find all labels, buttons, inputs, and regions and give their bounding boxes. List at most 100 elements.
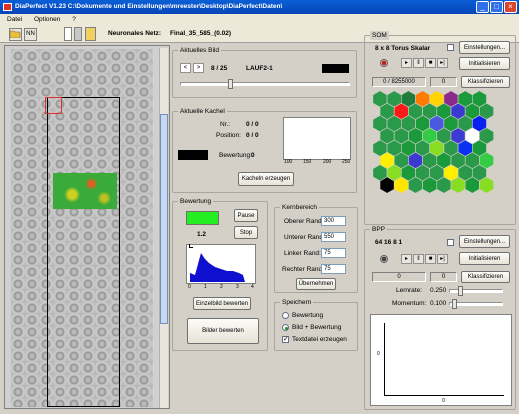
menu-optionen[interactable]: Optionen [34,16,60,23]
bewertung-histogram [186,244,256,284]
image-viewer[interactable] [4,45,170,409]
linker-rand-label: Linker Rand: [284,250,321,257]
momentum-slider-thumb[interactable] [452,299,457,309]
kachel-hist-tick-250: 250 [342,159,351,165]
bpp-initialisieren-button[interactable]: Initialisieren [459,252,510,265]
bpp-play-icon[interactable]: ▸ [401,254,412,264]
bpp-counter2: 0 [430,272,457,282]
plot-x-axis [384,395,504,396]
aktuelles-bild-group: Aktuelles Bild [172,46,357,98]
som-hex-map [372,90,494,194]
scrollbar-thumb[interactable] [160,114,168,324]
bew-tick-0: 0 [188,284,191,290]
page-icon[interactable] [64,27,72,41]
som-config: 8 x 8 Torus Skalar [375,45,431,52]
bilder-bewerten-button[interactable]: Bilder bewerten [187,318,259,344]
kachel-bewertung-label: Bewertung: [219,152,252,159]
kachel-position-label: Position: [216,132,241,139]
title-bar: DiaPerfect V1.23 C:\Dokumente und Einste… [0,0,519,14]
kachel-nr-value: 0 / 0 [246,121,259,128]
bew-tick-4: 4 [251,284,254,290]
som-play-icon[interactable]: ▸ [401,58,412,68]
kachel-swatch [178,150,208,160]
som-stop-icon[interactable]: ■ [425,58,436,68]
plot-x-zero: 0 [442,398,445,404]
radio-bild-bewertung-label: Bild + Bewertung [292,324,342,331]
rechter-rand-label: Rechter Rand: [282,266,324,273]
som-step-icon[interactable]: ▸| [437,58,448,68]
kachel-hist-tick-150: 150 [303,159,312,165]
uebernehmen-button[interactable]: Übernehmen [296,278,336,290]
linker-rand-input[interactable]: 75 [321,248,346,258]
radio-bewertung[interactable] [282,312,289,319]
som-counter: 0 / 8255000 [372,77,426,87]
aktuelles-bild-title: Aktuelles Bild [178,46,222,55]
speichern-title: Speichern [280,298,314,307]
image-counter: 8 / 25 [211,65,228,72]
momentum-slider-track[interactable] [449,302,503,306]
bpp-step-icon[interactable]: ▸| [437,254,448,264]
rechter-rand-input[interactable]: 75 [321,264,346,274]
stop-button[interactable]: Stop [234,226,258,239]
kachel-bewertung-value: 0 [251,152,255,159]
tile-marker [45,97,62,114]
net-label: Neuronales Netz: [108,30,162,37]
bpp-stop-icon[interactable]: ■ [425,254,436,264]
close-button[interactable]: × [504,1,517,13]
kernbereich-frame [47,97,120,407]
lernrate-slider-thumb[interactable] [458,286,463,296]
open-folder-icon[interactable] [9,28,22,41]
menu-help[interactable]: ? [72,16,76,23]
oberer-rand-label: Oberer Rand: [284,218,324,225]
pause-button[interactable]: Pause [234,209,258,222]
bew-tick-1: 1 [204,284,207,290]
momentum-value: 0.100 [430,300,447,307]
menu-datei[interactable]: Datei [7,16,22,23]
bpp-klassifizieren-button[interactable]: Klassifizieren [461,271,510,283]
lernrate-label: Lernrate: [396,287,423,294]
som-record-icon[interactable] [380,59,388,67]
bewertung-value: 1.2 [197,231,207,238]
radio-bild-bewertung[interactable] [282,324,289,331]
radio-bewertung-label: Bewertung [292,312,324,319]
kachel-hist-tick-200: 200 [323,159,332,165]
bpp-record-icon[interactable] [380,255,388,263]
image-slider-track[interactable] [180,82,350,86]
window-title: DiaPerfect V1.23 C:\Dokumente und Einste… [15,3,283,10]
bpp-einstellungen-button[interactable]: Einstellungen... [459,235,510,248]
kachel-hist-tick-100: 100 [284,159,293,165]
nn-button[interactable]: NN [24,28,37,41]
prev-image-button[interactable]: < [180,63,191,73]
kachel-nr-label: Nr.: [220,121,231,128]
textdatei-label: Textdatei erzeugen [292,336,347,343]
som-initialisieren-button[interactable]: Initialisieren [459,57,510,70]
page-gray-icon[interactable] [74,27,82,41]
som-klassifizieren-button[interactable]: Klassifizieren [461,76,510,88]
kachel-histogram [283,117,351,160]
image-yellow-icon[interactable] [85,27,96,41]
som-pause-icon[interactable]: ‖ [413,58,424,68]
vertical-scrollbar[interactable] [159,48,168,408]
next-image-button[interactable]: > [193,63,204,73]
som-checkbox[interactable] [447,44,454,51]
oberer-rand-input[interactable]: 300 [321,216,346,226]
som-einstellungen-button[interactable]: Einstellungen... [459,41,510,54]
einzelbild-bewerten-button[interactable]: Einzelbild bewerten [193,297,251,310]
heatmap-overlay [53,173,117,209]
unterer-rand-label: Unterer Rand: [284,234,325,241]
plot-y-zero: 0 [377,351,380,357]
image-swatch [322,64,349,73]
bpp-checkbox[interactable] [447,239,454,246]
minimize-button[interactable]: _ [476,1,489,13]
bpp-pause-icon[interactable]: ‖ [413,254,424,264]
plot-y-axis [384,323,385,395]
bpp-error-plot: 0 0 [370,314,512,406]
maximize-button[interactable]: □ [490,1,503,13]
bew-tick-2: 2 [220,284,223,290]
unterer-rand-input[interactable]: 550 [321,232,346,242]
textdatei-checkbox[interactable]: ✓ [282,336,289,343]
kernbereich-title: Kernbereich [280,203,320,212]
kacheln-erzeugen-button[interactable]: Kacheln erzeugen [238,172,294,186]
image-slider-thumb[interactable] [228,79,233,89]
aktuelle-kachel-title: Aktuelle Kachel [178,107,227,116]
